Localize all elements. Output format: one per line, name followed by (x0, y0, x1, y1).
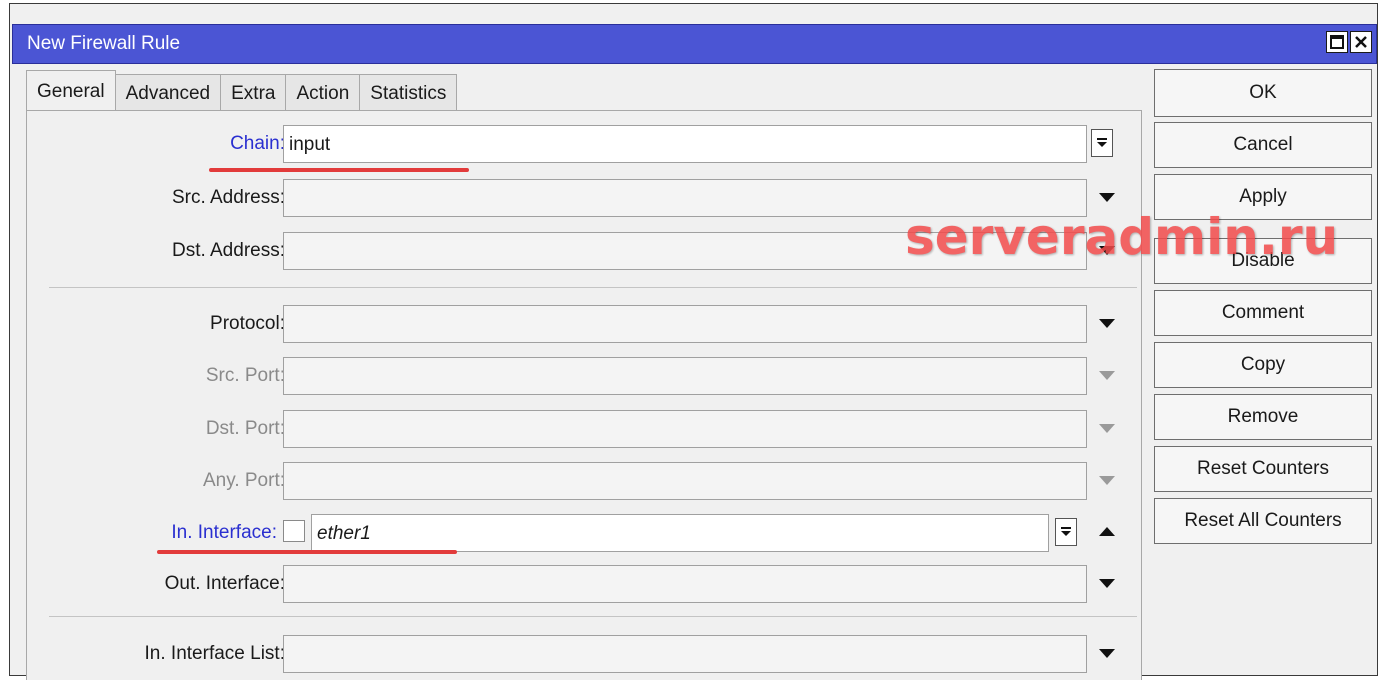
any-port-label: Any. Port: (202, 470, 285, 491)
out-interface-field[interactable] (283, 565, 1087, 603)
general-panel: Chain: input Src. Address: Dst. Address: (26, 110, 1142, 680)
src-port-field[interactable] (283, 357, 1087, 395)
in-interface-dropdown-icon[interactable] (1055, 518, 1077, 546)
section-divider (49, 287, 1137, 288)
in-interface-list-label: In. Interface List: (144, 643, 285, 664)
dst-port-label: Dst. Port: (205, 418, 285, 439)
tab-general[interactable]: General (26, 70, 116, 112)
disable-button[interactable]: Disable (1154, 238, 1372, 284)
chain-row: Chain: input (27, 125, 1143, 165)
protocol-row: Protocol: (27, 305, 1143, 345)
tab-statistics[interactable]: Statistics (359, 74, 458, 112)
src-address-label: Src. Address: (172, 187, 285, 208)
dst-address-label: Dst. Address: (172, 240, 285, 261)
dst-port-row: Dst. Port: (27, 410, 1143, 450)
dst-address-row: Dst. Address: (27, 232, 1143, 272)
any-port-row: Any. Port: (27, 462, 1143, 502)
maximize-icon[interactable] (1326, 31, 1348, 53)
src-port-row: Src. Port: (27, 357, 1143, 397)
firewall-rule-window: New Firewall Rule General Advanced Extra… (9, 3, 1378, 680)
protocol-field[interactable] (283, 305, 1087, 343)
dst-address-dropdown-icon[interactable] (1099, 246, 1115, 255)
in-interface-negate-checkbox[interactable] (283, 520, 305, 542)
in-interface-collapse-icon[interactable] (1099, 527, 1115, 536)
any-port-dropdown-icon[interactable] (1099, 476, 1115, 485)
close-icon[interactable] (1350, 31, 1372, 53)
chain-field[interactable]: input (283, 125, 1087, 163)
src-port-label: Src. Port: (205, 365, 285, 386)
remove-button[interactable]: Remove (1154, 394, 1372, 440)
in-interface-value: ether1 (317, 523, 371, 544)
out-interface-dropdown-icon[interactable] (1099, 579, 1115, 588)
window-title: New Firewall Rule (27, 33, 181, 54)
reset-counters-button[interactable]: Reset Counters (1154, 446, 1372, 492)
chain-value: input (289, 134, 331, 155)
dst-port-dropdown-icon[interactable] (1099, 424, 1115, 433)
tab-action[interactable]: Action (285, 74, 361, 112)
section-divider-2 (49, 616, 1137, 617)
title-bar[interactable]: New Firewall Rule (12, 24, 1377, 64)
dst-address-field[interactable] (283, 232, 1087, 270)
tab-advanced[interactable]: Advanced (114, 74, 222, 112)
in-interface-annotation-underline (157, 550, 457, 554)
chain-annotation-underline (209, 168, 469, 172)
protocol-dropdown-icon[interactable] (1099, 319, 1115, 328)
src-address-dropdown-icon[interactable] (1099, 193, 1115, 202)
ok-button[interactable]: OK (1154, 69, 1372, 117)
src-port-dropdown-icon[interactable] (1099, 371, 1115, 380)
reset-all-counters-button[interactable]: Reset All Counters (1154, 498, 1372, 544)
cancel-button[interactable]: Cancel (1154, 122, 1372, 168)
comment-button[interactable]: Comment (1154, 290, 1372, 336)
protocol-label: Protocol: (210, 313, 285, 334)
src-address-field[interactable] (283, 179, 1087, 217)
chain-label: Chain: (230, 133, 285, 154)
src-address-row: Src. Address: (27, 179, 1143, 219)
out-interface-row: Out. Interface: (27, 565, 1143, 605)
tab-extra[interactable]: Extra (220, 74, 287, 112)
any-port-field[interactable] (283, 462, 1087, 500)
in-interface-row: In. Interface: ether1 (27, 514, 1143, 554)
in-interface-list-field[interactable] (283, 635, 1087, 673)
apply-button[interactable]: Apply (1154, 174, 1372, 220)
in-interface-list-dropdown-icon[interactable] (1099, 649, 1115, 658)
copy-button[interactable]: Copy (1154, 342, 1372, 388)
in-interface-label: In. Interface: (171, 522, 277, 543)
dst-port-field[interactable] (283, 410, 1087, 448)
chain-dropdown-icon[interactable] (1091, 129, 1113, 157)
in-interface-field[interactable]: ether1 (311, 514, 1049, 552)
in-interface-list-row: In. Interface List: (27, 635, 1143, 675)
out-interface-label: Out. Interface: (164, 573, 285, 594)
tab-bar: General Advanced Extra Action Statistics (26, 70, 458, 112)
